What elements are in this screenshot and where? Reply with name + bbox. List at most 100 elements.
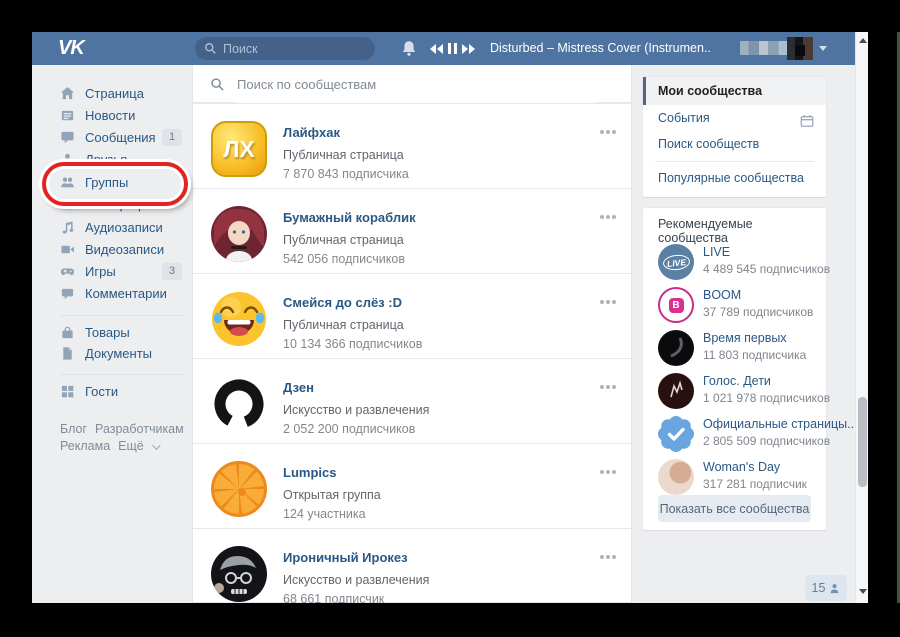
recommended-avatar-womans-day[interactable]: [658, 459, 694, 495]
sidebar-item-comments[interactable]: Комментарии: [60, 285, 190, 303]
recommended-avatar-boom[interactable]: B: [658, 287, 694, 323]
community-avatar-zen[interactable]: [211, 376, 267, 432]
games-count-badge: 3: [162, 263, 182, 280]
community-row[interactable]: Дзен Искусство и развлечения 2 052 200 п…: [193, 358, 631, 443]
recommended-row[interactable]: Время первых 11 803 подписчика: [658, 330, 818, 370]
community-row[interactable]: Ироничный Ирокез Искусство и развлечения…: [193, 528, 631, 603]
more-options-icon[interactable]: [600, 130, 604, 134]
vk-logo[interactable]: VK: [58, 37, 84, 60]
sidebar-item-audio[interactable]: Аудиозаписи: [60, 219, 190, 237]
recommended-avatar-live[interactable]: LIVE: [658, 244, 694, 280]
scrollbar[interactable]: [855, 32, 868, 603]
menu-item-popular-communities[interactable]: Популярные сообщества: [643, 165, 826, 191]
community-avatar-paper-boat[interactable]: [211, 206, 267, 262]
community-name[interactable]: Дзен: [283, 380, 314, 395]
menu-item-my-communities[interactable]: Мои сообщества: [643, 77, 826, 105]
sidebar-item-friends[interactable]: Друзья: [60, 151, 190, 169]
recommended-communities-card: Рекомендуемые сообщества LIVE LIVE 4 489…: [643, 208, 826, 530]
recommended-name[interactable]: LIVE: [703, 245, 730, 259]
user-avatar-blurred[interactable]: [787, 37, 813, 60]
recommended-title: Рекомендуемые сообщества: [658, 217, 826, 245]
sidebar-item-label: Друзья: [85, 151, 127, 169]
rewind-icon[interactable]: [430, 44, 443, 54]
sidebar-item-label: Страница: [85, 85, 144, 103]
recommended-name[interactable]: Голос. Дети: [703, 374, 771, 388]
scroll-up-arrow-icon[interactable]: [859, 38, 867, 43]
recommended-row[interactable]: B BOOM 37 789 подписчиков: [658, 287, 818, 327]
notifications-bell-icon[interactable]: [401, 40, 417, 57]
recommended-row[interactable]: Голос. Дети 1 021 978 подписчиков: [658, 373, 818, 413]
community-name[interactable]: Лайфхак: [283, 125, 340, 140]
profile-dropdown-caret-icon[interactable]: [819, 46, 827, 51]
sidebar-item-docs[interactable]: Документы: [60, 345, 190, 363]
now-playing-track[interactable]: Disturbed – Mistress Cover (Instrumen..: [490, 41, 711, 55]
sidebar-item-groups[interactable]: Группы: [60, 174, 190, 192]
chevron-down-icon: [152, 441, 160, 449]
verified-badge-icon[interactable]: [658, 416, 694, 452]
screenshot-canvas: Страница Новости Сообщения 1 Друзья Груп…: [0, 0, 900, 637]
community-avatar-mohawk[interactable]: [211, 546, 267, 602]
community-row[interactable]: Lumpics Открытая группа 124 участника: [193, 443, 631, 528]
pause-icon[interactable]: [448, 43, 457, 54]
menu-item-events[interactable]: События: [643, 105, 826, 131]
community-row[interactable]: Бумажный кораблик Публичная страница 542…: [193, 188, 631, 273]
recommended-avatar-vremya-pervyh[interactable]: [658, 330, 694, 366]
header-search-input[interactable]: [223, 42, 363, 56]
grid-icon: [60, 384, 75, 399]
online-members-badge[interactable]: 15: [805, 575, 847, 601]
search-icon: [210, 77, 225, 92]
community-row[interactable]: ЛХ Лайфхак Публичная страница 7 870 843 …: [193, 103, 631, 188]
community-type: Искусство и развлечения: [283, 403, 429, 417]
sidebar-item-video[interactable]: Видеозаписи: [60, 241, 190, 259]
audio-player-controls: [430, 43, 480, 54]
user-name-blurred: [740, 41, 788, 55]
community-avatar-lifehack[interactable]: ЛХ: [211, 121, 267, 177]
recommended-row[interactable]: LIVE LIVE 4 489 545 подписчиков: [658, 244, 818, 284]
community-members: 10 134 366 подписчиков: [283, 337, 422, 351]
recommended-name[interactable]: Время первых: [703, 331, 787, 345]
sidebar-divider: [60, 374, 185, 375]
sidebar-item-guests[interactable]: Гости: [60, 383, 190, 401]
scrollbar-thumb[interactable]: [858, 397, 867, 487]
scroll-down-arrow-icon[interactable]: [859, 589, 867, 594]
sidebar-item-profile[interactable]: Страница: [60, 85, 190, 103]
document-icon: [60, 346, 75, 361]
community-name[interactable]: Ироничный Ирокез: [283, 550, 408, 565]
footer-link-more[interactable]: Ещё: [118, 439, 144, 453]
community-avatar-orange[interactable]: [211, 461, 267, 517]
more-options-icon[interactable]: [600, 385, 604, 389]
sidebar-item-label: Аудиозаписи: [85, 219, 163, 237]
recommended-name[interactable]: Woman's Day: [703, 460, 780, 474]
recommended-row[interactable]: Официальные страницы.. 2 805 509 подписч…: [658, 416, 818, 456]
community-name[interactable]: Бумажный кораблик: [283, 210, 416, 225]
search-icon: [204, 42, 217, 55]
more-options-icon[interactable]: [600, 555, 604, 559]
community-name[interactable]: Lumpics: [283, 465, 336, 480]
sidebar-item-market[interactable]: Товары: [60, 324, 190, 342]
recommended-avatar-golos-deti[interactable]: [658, 373, 694, 409]
sidebar-item-label: Видеозаписи: [85, 241, 164, 259]
sidebar-item-messages[interactable]: Сообщения 1: [60, 129, 190, 147]
recommended-name[interactable]: Официальные страницы..: [703, 417, 854, 431]
fast-forward-icon[interactable]: [462, 44, 475, 54]
more-options-icon[interactable]: [600, 300, 604, 304]
community-row[interactable]: Смейся до слёз :D Публичная страница 10 …: [193, 273, 631, 358]
communities-search-input[interactable]: [237, 65, 597, 103]
community-name[interactable]: Смейся до слёз :D: [283, 295, 402, 310]
messages-count-badge: 1: [162, 129, 182, 146]
recommended-row[interactable]: Woman's Day 317 281 подписчик: [658, 459, 818, 499]
more-options-icon[interactable]: [600, 470, 604, 474]
menu-item-search-communities[interactable]: Поиск сообществ: [643, 131, 826, 157]
community-avatar-laughing-emoji[interactable]: [211, 291, 267, 347]
footer-link-blog[interactable]: Блог: [60, 422, 87, 436]
more-options-icon[interactable]: [600, 215, 604, 219]
show-all-communities-button[interactable]: Показать все сообщества: [658, 495, 811, 522]
sidebar-item-news[interactable]: Новости: [60, 107, 190, 125]
communities-search-bar: [193, 65, 631, 103]
message-bubble-icon: [60, 130, 75, 145]
footer-link-devs[interactable]: Разработчикам: [95, 422, 184, 436]
sidebar-item-photos[interactable]: Фотографии: [60, 196, 190, 214]
footer-link-ads[interactable]: Реклама: [60, 439, 110, 453]
recommended-name[interactable]: BOOM: [703, 288, 741, 302]
sidebar-item-games[interactable]: Игры 3: [60, 263, 190, 281]
